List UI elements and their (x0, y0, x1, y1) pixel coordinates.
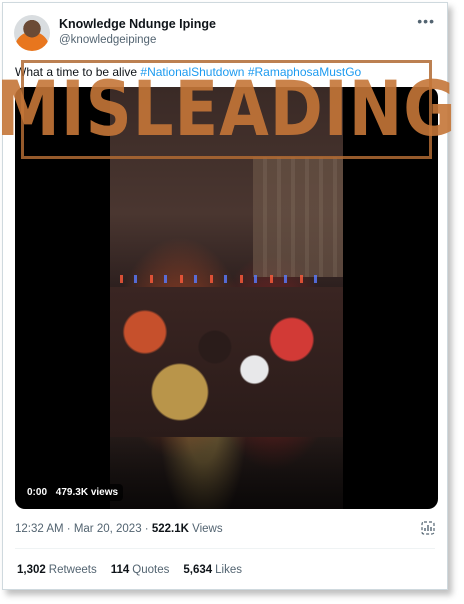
meta-separator: · (63, 523, 74, 535)
author-handle[interactable]: @knowledgeipinge (59, 34, 156, 46)
likes-label: Likes (215, 564, 242, 576)
avatar[interactable] (14, 15, 50, 51)
misleading-stamp: MISLEADING (0, 60, 456, 159)
video-overlay: 0:00 479.3K views (22, 484, 124, 501)
street-lights (120, 275, 330, 283)
retweets-label: Retweets (48, 564, 97, 576)
video-time: 0:00 (27, 487, 48, 498)
retweets-count: 1,302 (17, 564, 46, 576)
crowd-scene (110, 287, 343, 437)
likes-count: 5,634 (183, 564, 213, 576)
views-label: Views (192, 523, 223, 535)
more-options-icon[interactable]: ••• (417, 13, 435, 29)
views-count: 522.1K (151, 523, 189, 535)
tweet-card: Knowledge Ndunge Ipinge @knowledgeipinge… (0, 2, 456, 590)
analytics-icon[interactable] (421, 521, 435, 535)
retweets-stat[interactable]: 1,302 Retweets (17, 564, 97, 576)
tweet-meta: 12:32 AM · Mar 20, 2023 · 522.1K Views (15, 523, 223, 535)
building-scene (253, 157, 343, 277)
meta-separator: · (141, 523, 152, 535)
quotes-count: 114 (110, 564, 130, 576)
video-views: 479.3K views (55, 487, 119, 498)
engagement-stats: 1,302 Retweets 114 Quotes 5,634 Likes (17, 564, 242, 576)
quotes-label: Quotes (132, 564, 170, 576)
tweet-time[interactable]: 12:32 AM (15, 523, 64, 535)
tweet-date[interactable]: Mar 20, 2023 (74, 523, 142, 535)
stamp-label: MISLEADING (0, 65, 457, 154)
divider (15, 548, 435, 549)
quotes-stat[interactable]: 114 Quotes (111, 564, 170, 576)
author-name[interactable]: Knowledge Ndunge Ipinge (59, 17, 216, 31)
likes-stat[interactable]: 5,634 Likes (183, 564, 242, 576)
